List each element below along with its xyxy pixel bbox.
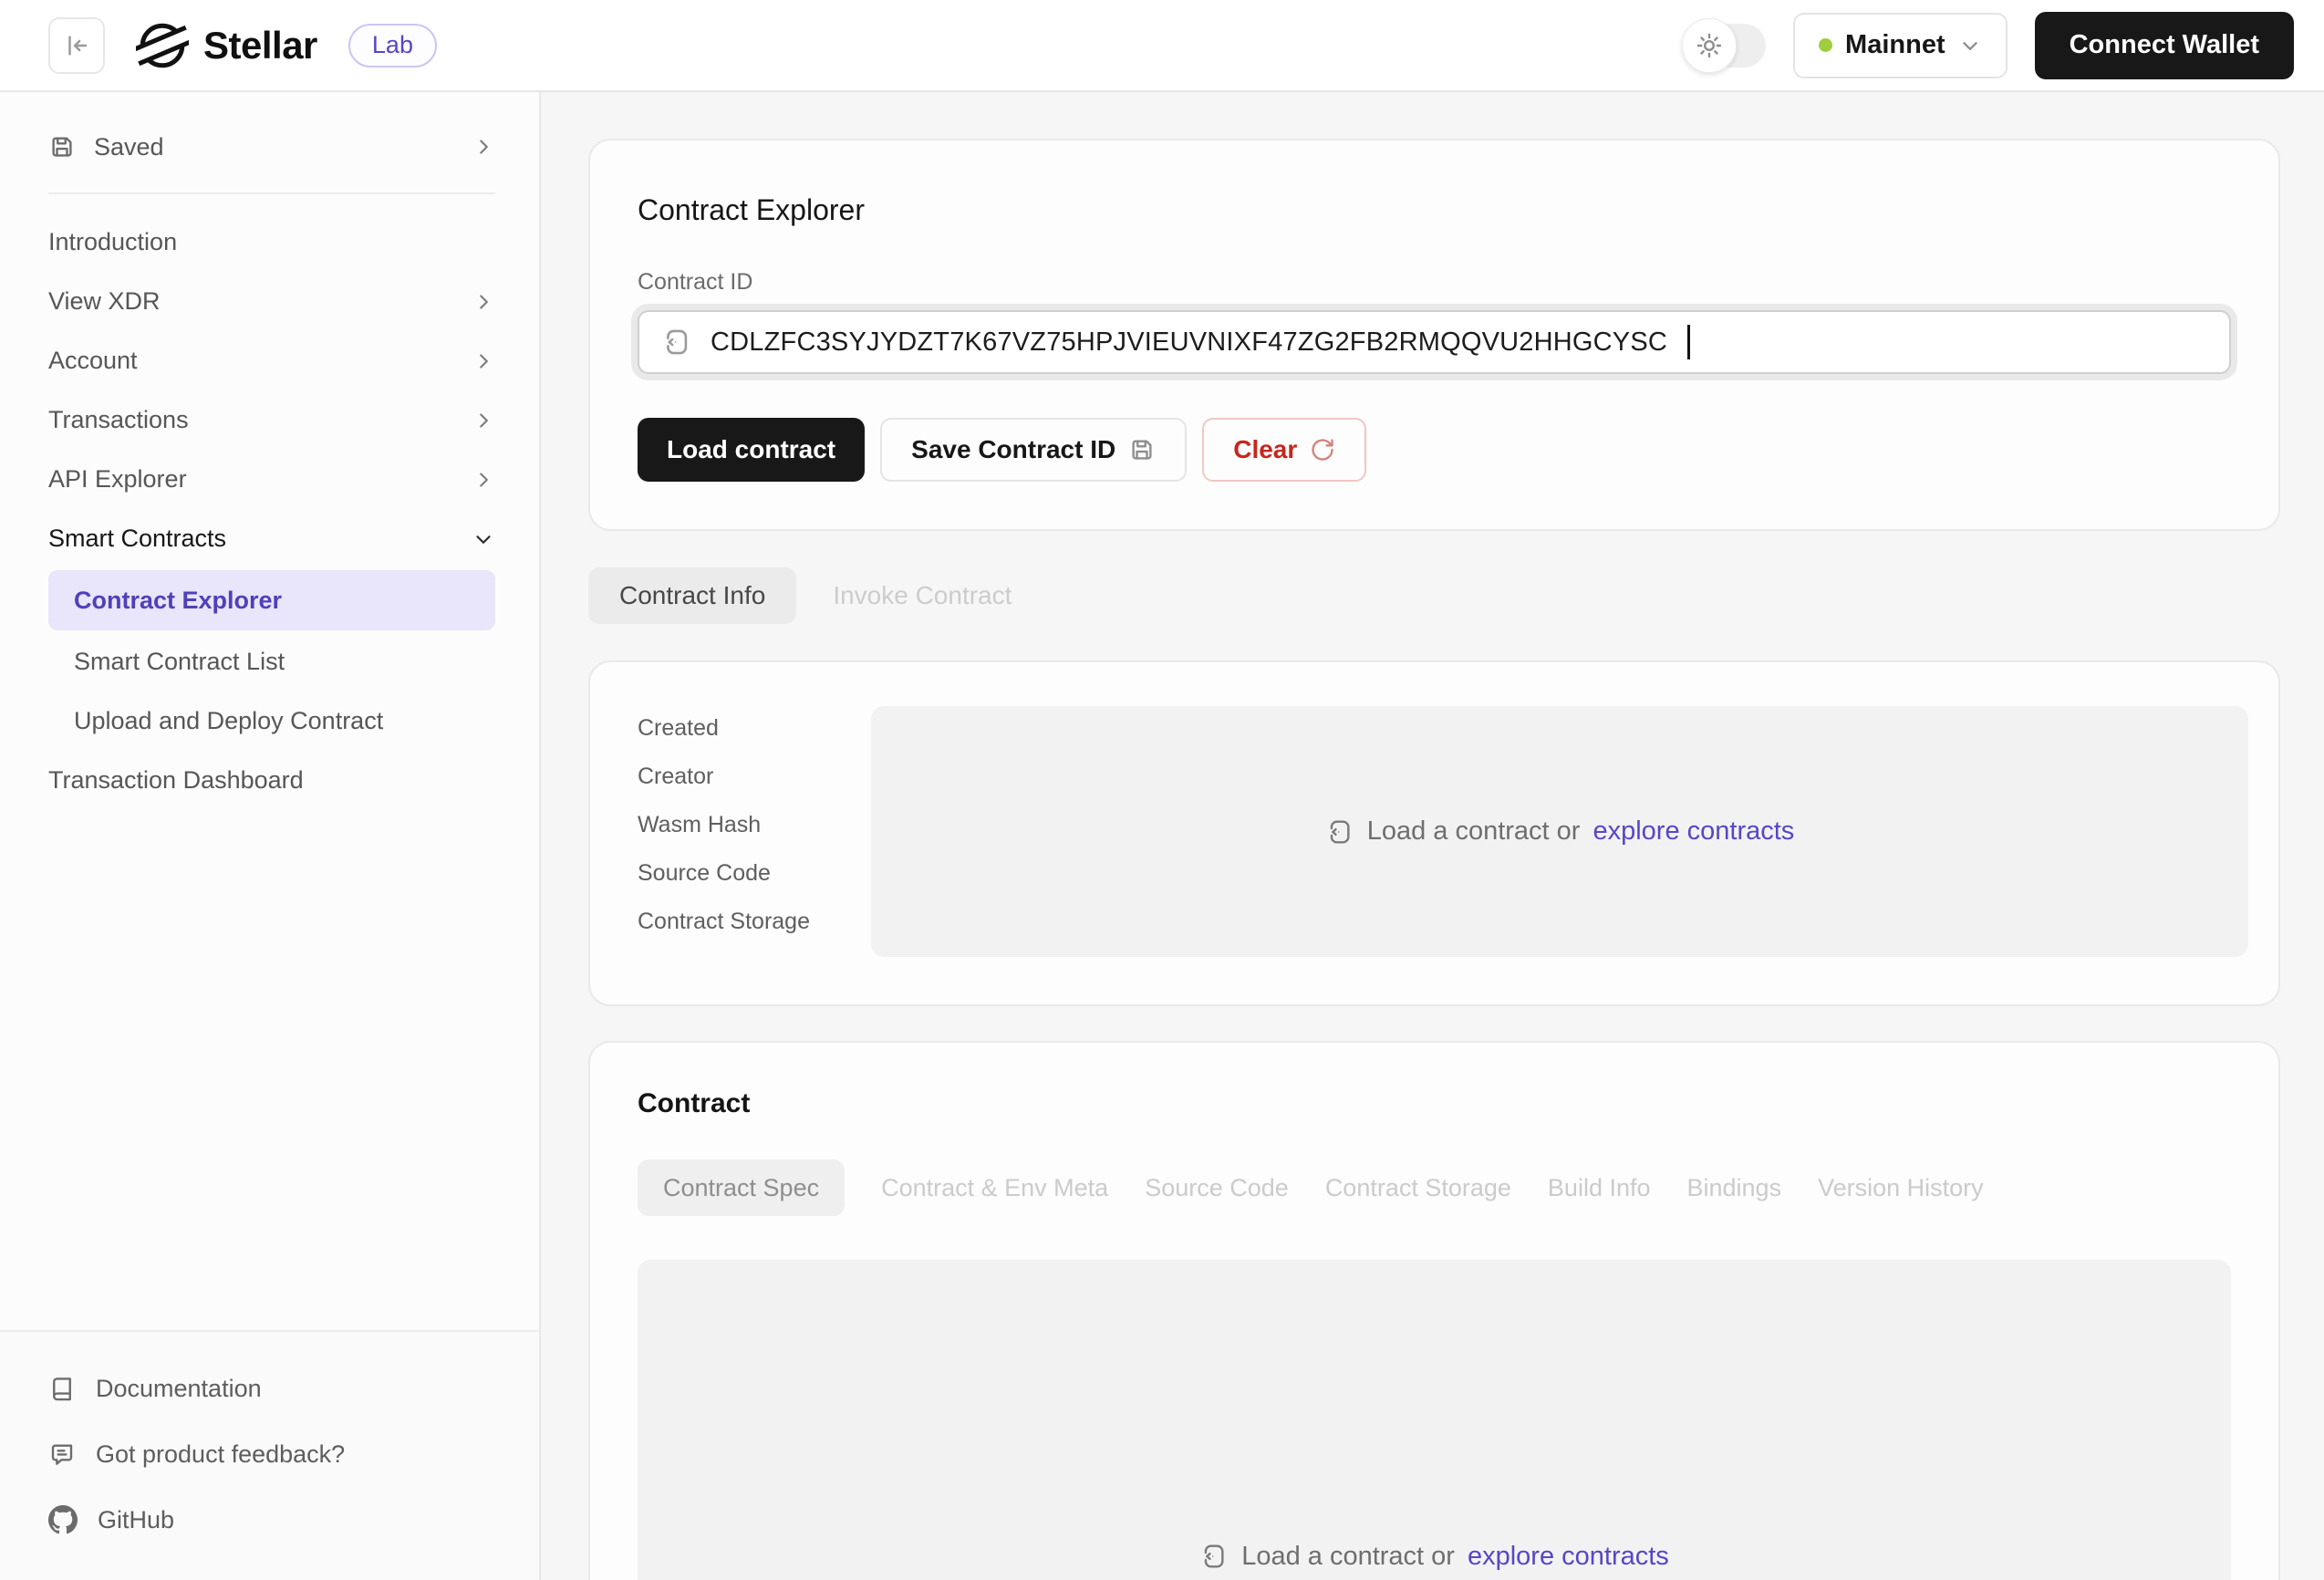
contract-icon: [1325, 817, 1354, 847]
empty-state-text: Load a contract or: [1241, 1542, 1455, 1572]
sidebar-item-saved[interactable]: Saved: [48, 118, 495, 176]
collapse-sidebar-button[interactable]: [48, 17, 105, 74]
sidebar-footer: Documentation Got product feedback? GitH…: [0, 1330, 539, 1580]
contract-explorer-card: Contract Explorer Contract ID CDLZFC3SYJ…: [588, 139, 2280, 531]
field-label-created: Created: [638, 715, 871, 764]
page-title: Contract Explorer: [638, 193, 2231, 227]
contract-icon: [1199, 1542, 1229, 1571]
sidebar-item-transactions[interactable]: Transactions: [48, 390, 495, 450]
chevron-down-icon: [472, 527, 495, 551]
tab-contract-spec[interactable]: Contract Spec: [638, 1159, 845, 1216]
contract-id-input[interactable]: CDLZFC3SYJYDZT7K67VZ75HPJVIEUVNIXF47ZG2F…: [638, 310, 2231, 374]
app-header: Stellar Lab Mainnet: [0, 0, 2324, 92]
sidebar-item-github[interactable]: GitHub: [48, 1487, 495, 1553]
empty-state-text: Load a contract or: [1367, 816, 1581, 847]
chevron-right-icon: [472, 409, 495, 432]
sidebar-item-account[interactable]: Account: [48, 331, 495, 390]
tab-invoke-contract[interactable]: Invoke Contract: [831, 567, 1013, 624]
network-status-dot: [1819, 38, 1832, 52]
tab-bindings[interactable]: Bindings: [1687, 1174, 1782, 1202]
explore-contracts-link[interactable]: explore contracts: [1593, 816, 1794, 847]
lab-badge: Lab: [348, 24, 437, 68]
network-select[interactable]: Mainnet: [1793, 13, 2008, 78]
clear-button[interactable]: Clear: [1202, 418, 1366, 482]
main-content: Contract Explorer Contract ID CDLZFC3SYJ…: [541, 92, 2324, 1580]
sidebar: Saved Introduction View XDR Account Tran…: [0, 92, 541, 1580]
chevron-right-icon: [472, 290, 495, 314]
save-icon: [48, 133, 76, 161]
sidebar-item-feedback[interactable]: Got product feedback?: [48, 1421, 495, 1487]
chevron-right-icon: [472, 468, 495, 492]
contract-id-label: Contract ID: [638, 269, 2231, 296]
load-contract-button[interactable]: Load contract: [638, 418, 865, 482]
sidebar-item-api-explorer[interactable]: API Explorer: [48, 450, 495, 509]
contract-card: Contract Contract Spec Contract & Env Me…: [588, 1041, 2280, 1580]
field-label-source-code: Source Code: [638, 860, 871, 909]
sidebar-divider: [48, 192, 495, 194]
feedback-icon: [48, 1440, 76, 1468]
sidebar-item-view-xdr[interactable]: View XDR: [48, 272, 495, 331]
book-icon: [48, 1375, 76, 1402]
sidebar-item-documentation[interactable]: Documentation: [48, 1356, 495, 1421]
view-tabs: Contract Info Invoke Contract: [588, 567, 2280, 624]
network-label: Mainnet: [1845, 30, 1945, 60]
sidebar-item-contract-explorer[interactable]: Contract Explorer: [48, 570, 495, 630]
connect-wallet-button[interactable]: Connect Wallet: [2035, 12, 2294, 79]
theme-toggle[interactable]: [1686, 24, 1766, 68]
brand-name: Stellar: [203, 24, 317, 68]
collapse-sidebar-icon: [63, 32, 90, 59]
tab-version-history[interactable]: Version History: [1818, 1174, 1984, 1202]
field-label-contract-storage: Contract Storage: [638, 909, 871, 957]
contract-card-title: Contract: [638, 1088, 2231, 1119]
contract-tabs: Contract Spec Contract & Env Meta Source…: [638, 1159, 2231, 1216]
save-icon: [1128, 436, 1156, 463]
stellar-logo-icon: [136, 19, 189, 72]
sidebar-item-smart-contract-list[interactable]: Smart Contract List: [48, 632, 495, 691]
github-icon: [48, 1505, 78, 1534]
field-label-creator: Creator: [638, 764, 871, 812]
sidebar-item-introduction[interactable]: Introduction: [48, 213, 495, 272]
explore-contracts-link[interactable]: explore contracts: [1468, 1542, 1669, 1572]
chevron-right-icon: [472, 135, 495, 159]
info-empty-state: Load a contract or explore contracts: [871, 706, 2248, 957]
refresh-icon: [1310, 437, 1335, 463]
text-caret: [1687, 325, 1690, 359]
field-label-wasm-hash: Wasm Hash: [638, 812, 871, 860]
contract-empty-state: Load a contract or explore contracts: [638, 1260, 2231, 1580]
contract-info-card: Created Creator Wasm Hash Source Code Co…: [588, 660, 2280, 1006]
tab-contract-storage[interactable]: Contract Storage: [1325, 1174, 1511, 1202]
sidebar-item-upload-deploy-contract[interactable]: Upload and Deploy Contract: [48, 691, 495, 751]
contract-icon: [661, 327, 692, 358]
tab-source-code[interactable]: Source Code: [1145, 1174, 1289, 1202]
chevron-right-icon: [472, 349, 495, 373]
contract-id-value: CDLZFC3SYJYDZT7K67VZ75HPJVIEUVNIXF47ZG2F…: [711, 327, 1667, 358]
tab-contract-info[interactable]: Contract Info: [588, 567, 796, 624]
sidebar-item-transaction-dashboard[interactable]: Transaction Dashboard: [48, 751, 495, 810]
sidebar-item-label: Saved: [94, 133, 453, 161]
sidebar-item-smart-contracts[interactable]: Smart Contracts: [48, 509, 495, 568]
sun-icon: [1695, 31, 1724, 60]
tab-build-info[interactable]: Build Info: [1548, 1174, 1651, 1202]
chevron-down-icon: [1958, 34, 1982, 57]
save-contract-id-button[interactable]: Save Contract ID: [880, 418, 1187, 482]
tab-contract-env-meta[interactable]: Contract & Env Meta: [881, 1174, 1108, 1202]
brand[interactable]: Stellar Lab: [136, 19, 437, 72]
